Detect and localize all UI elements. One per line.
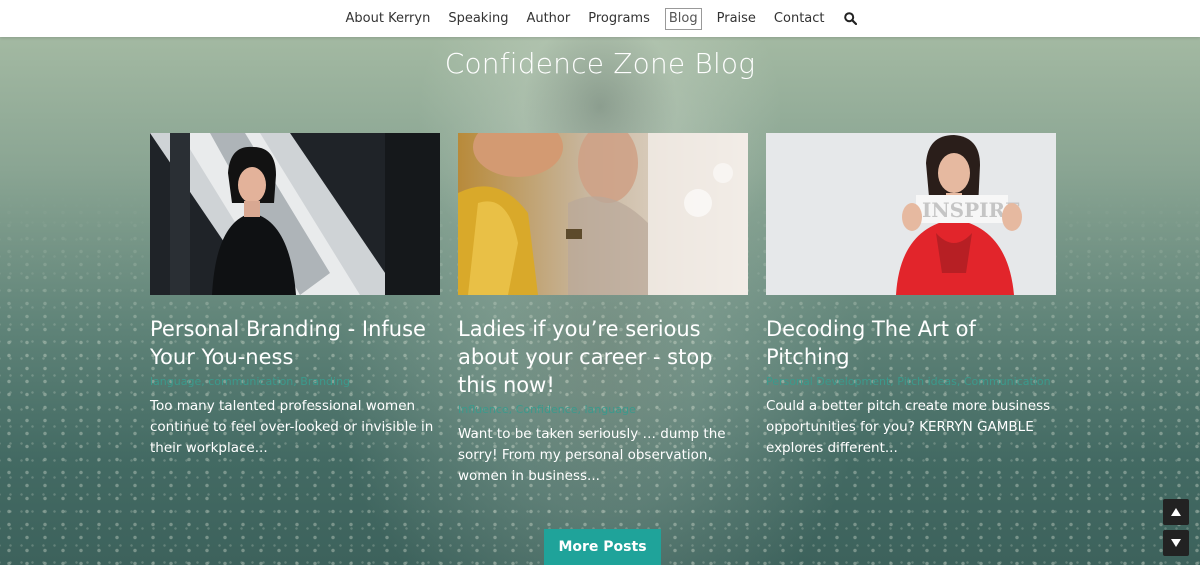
post-card: Ladies if you’re serious about your care… <box>458 133 748 487</box>
nav-item-contact[interactable]: Contact <box>765 8 834 30</box>
top-navigation: About Kerryn Speaking Author Programs Bl… <box>0 0 1200 37</box>
arrow-down-icon <box>1171 539 1181 547</box>
post-thumbnail-image <box>150 133 440 295</box>
post-tags[interactable]: Influence, Confidence, language <box>458 402 748 418</box>
post-title[interactable]: Decoding The Art of Pitching <box>766 315 1056 371</box>
post-thumbnail[interactable] <box>150 133 440 295</box>
post-excerpt: Want to be taken seriously … dump the so… <box>458 426 726 484</box>
page-title: Confidence Zone Blog <box>444 47 756 80</box>
post-tags[interactable]: Personal Development, Pitch ideas, Commu… <box>766 374 1056 390</box>
nav-item-speaking[interactable]: Speaking <box>439 8 517 30</box>
nav-menu: About Kerryn Speaking Author Programs Bl… <box>337 7 864 30</box>
search-icon[interactable] <box>838 9 864 29</box>
post-title[interactable]: Personal Branding - Infuse Your You-ness <box>150 315 440 371</box>
scroll-down-button[interactable] <box>1163 530 1189 556</box>
arrow-up-icon <box>1171 508 1181 516</box>
post-thumbnail[interactable]: INSPIRE <box>766 133 1056 295</box>
post-excerpt: Could a better pitch create more busines… <box>766 398 1051 456</box>
scroll-up-button[interactable] <box>1163 499 1189 525</box>
post-card: Personal Branding - Infuse Your You-ness… <box>150 133 440 459</box>
nav-item-author[interactable]: Author <box>517 8 579 30</box>
post-thumbnail-image <box>458 133 748 295</box>
search-icon-graphic <box>844 12 857 25</box>
post-thumbnail-image: INSPIRE <box>766 133 1056 295</box>
nav-item-praise[interactable]: Praise <box>708 8 765 30</box>
nav-item-programs[interactable]: Programs <box>579 8 659 30</box>
post-title[interactable]: Ladies if you’re serious about your care… <box>458 315 748 399</box>
more-posts-button[interactable]: More Posts <box>544 529 661 565</box>
nav-item-blog[interactable]: Blog <box>664 7 702 30</box>
post-excerpt: Too many talented professional women con… <box>150 398 434 456</box>
post-thumbnail[interactable] <box>458 133 748 295</box>
nav-item-about[interactable]: About Kerryn <box>337 8 440 30</box>
post-card: INSPIRE Decoding The Art of Pitching Per… <box>766 133 1056 459</box>
post-tags[interactable]: language, communication, Branding <box>150 374 440 390</box>
